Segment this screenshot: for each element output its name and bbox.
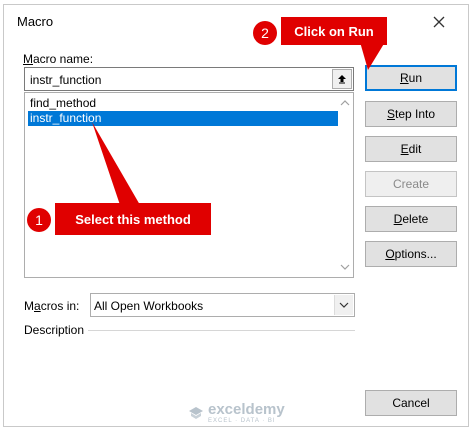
arrow-to-run — [360, 42, 385, 70]
callout-select-method: Select this method — [55, 203, 211, 235]
callout-click-run: Click on Run — [281, 17, 387, 45]
arrow-to-list-item — [92, 122, 140, 205]
step-1-badge: 1 — [27, 208, 51, 232]
step-2-badge: 2 — [253, 21, 277, 45]
